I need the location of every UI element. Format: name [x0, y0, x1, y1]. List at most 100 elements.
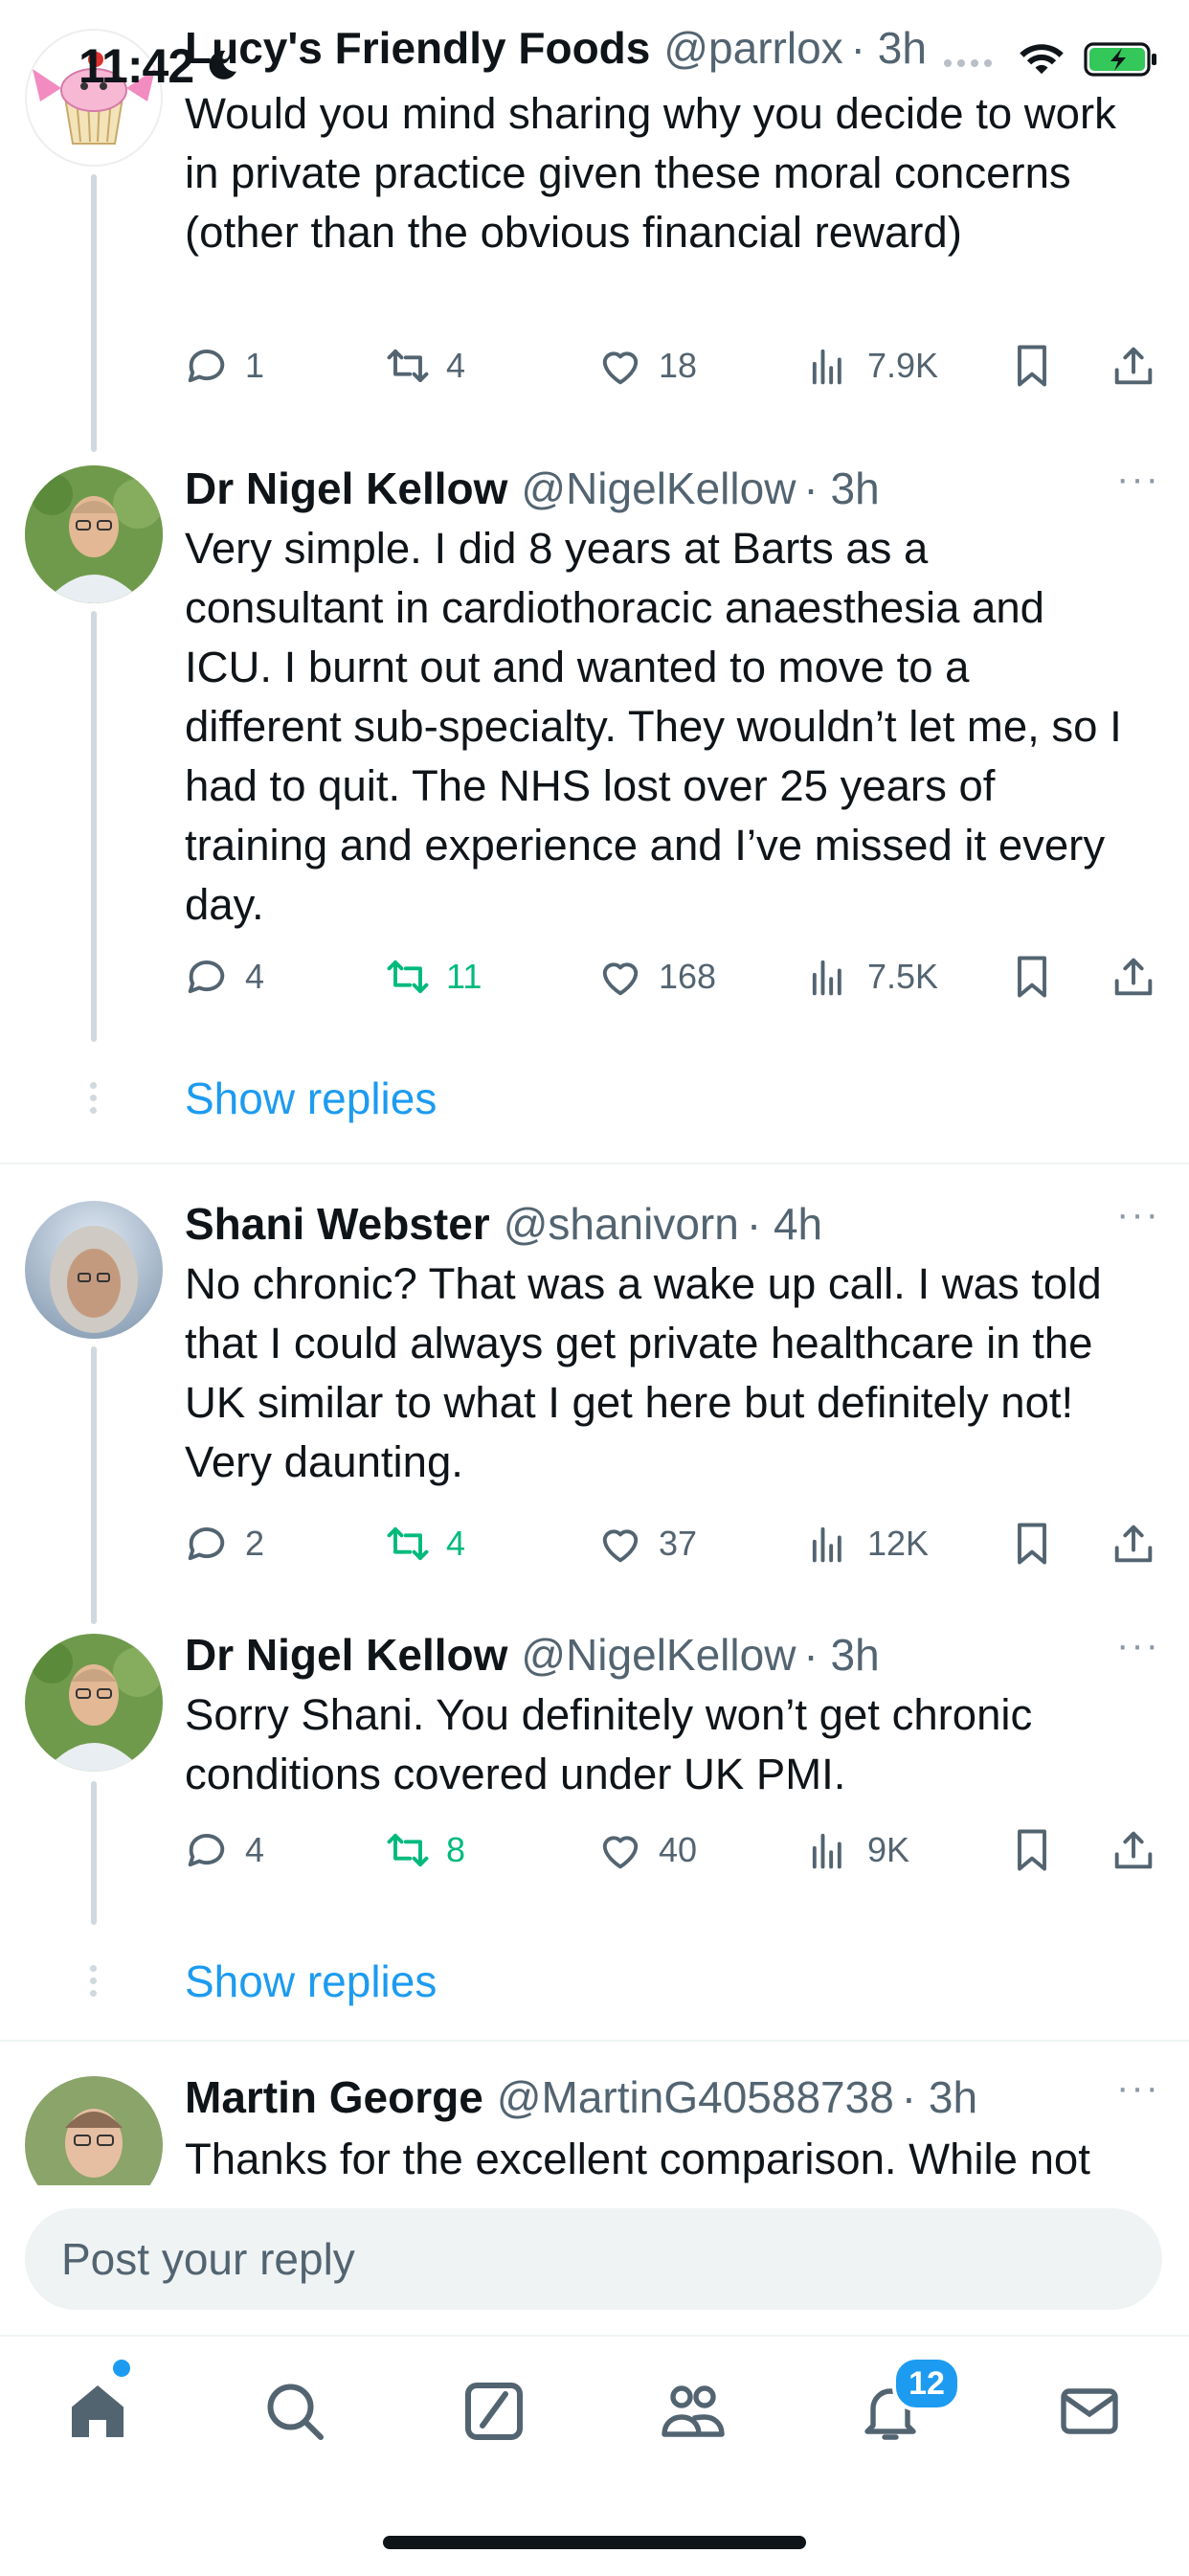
retweet-icon [387, 349, 429, 383]
bookmark-icon [1018, 1829, 1046, 1871]
retweet-icon [387, 1526, 429, 1561]
tab-home[interactable] [59, 2373, 136, 2450]
reply-placeholder: Post your reply [61, 2234, 355, 2284]
author-handle[interactable]: @MartinG40588738 [497, 2071, 894, 2123]
reply-button[interactable]: 2 [182, 1519, 264, 1569]
reply-button[interactable]: 1 [182, 341, 264, 391]
reply-icon [188, 960, 225, 994]
views-count: 7.5K [867, 957, 939, 996]
tweet-text: No chronic? That was a wake up call. I w… [185, 1259, 1102, 1486]
retweet-icon [387, 960, 429, 994]
tweet-text: Sorry Shani. You definitely won’t get ch… [185, 1690, 1033, 1798]
author-name[interactable]: Martin George [185, 2071, 483, 2123]
views-icon [812, 349, 841, 385]
retweet-button[interactable]: 8 [383, 1825, 465, 1875]
do-not-disturb-icon [209, 50, 236, 79]
reply-count: 2 [245, 1524, 265, 1563]
reply-icon [188, 1527, 225, 1561]
tweet-actions: 4 8 40 9K [182, 1819, 1170, 1881]
home-indicator[interactable] [383, 2536, 806, 2549]
bookmark-button[interactable] [1007, 1825, 1057, 1875]
reply-icon [188, 350, 225, 383]
reply-composer: Post your reply [0, 2185, 1189, 2335]
bookmark-button[interactable] [1007, 952, 1057, 1002]
share-button[interactable] [1109, 341, 1158, 391]
share-button[interactable] [1109, 1519, 1158, 1569]
tweet[interactable]: Martin George @MartinG40588738 · 3h ··· … [0, 2067, 1189, 2185]
views-button[interactable]: 7.5K [804, 952, 938, 1002]
communities-icon [662, 2385, 725, 2437]
like-button[interactable]: 18 [595, 341, 697, 391]
thread-line [91, 1346, 97, 1624]
divider [0, 2040, 1189, 2042]
more-options-icon[interactable]: ··· [1116, 1193, 1160, 1236]
bookmark-button[interactable] [1007, 1519, 1057, 1569]
reply-input[interactable]: Post your reply [25, 2208, 1162, 2310]
more-options-icon[interactable]: ··· [1116, 1624, 1160, 1667]
views-count: 12K [867, 1524, 930, 1563]
avatar[interactable] [25, 1201, 163, 1339]
retweet-button[interactable]: 4 [383, 1519, 465, 1569]
author-name[interactable]: Dr Nigel Kellow [185, 1629, 507, 1681]
author-handle[interactable]: @NigelKellow [521, 463, 796, 514]
author-handle[interactable]: @shanivorn [504, 1198, 739, 1250]
avatar[interactable] [25, 465, 163, 603]
like-button[interactable]: 37 [595, 1519, 697, 1569]
messages-icon [1061, 2388, 1118, 2434]
thread-line [91, 174, 97, 452]
like-count: 37 [659, 1524, 698, 1563]
tab-communities[interactable] [655, 2373, 731, 2450]
reply-button[interactable]: 4 [182, 952, 264, 1002]
views-button[interactable]: 9K [804, 1825, 909, 1875]
views-count: 7.9K [867, 346, 939, 385]
like-count: 40 [659, 1830, 698, 1869]
retweet-button[interactable]: 4 [383, 341, 465, 391]
retweet-count: 4 [446, 346, 466, 385]
like-count: 168 [659, 957, 717, 996]
author-name[interactable]: Dr Nigel Kellow [185, 463, 507, 514]
avatar[interactable] [25, 2076, 163, 2185]
share-icon [1114, 1831, 1153, 1869]
show-replies-link[interactable]: Show replies [185, 1955, 437, 2007]
tab-grok[interactable] [456, 2373, 532, 2450]
heart-icon [602, 962, 639, 996]
bookmark-button[interactable] [1007, 341, 1057, 391]
unread-dot [113, 2360, 130, 2377]
retweet-icon [387, 1833, 429, 1867]
share-icon [1114, 347, 1153, 385]
notifications-badge: 12 [892, 2356, 961, 2411]
retweet-count: 4 [446, 1524, 466, 1563]
tab-search[interactable] [257, 2373, 333, 2450]
show-replies-link[interactable]: Show replies [185, 1073, 437, 1124]
post-time: · 3h [803, 463, 880, 513]
tweet-text: Thanks for the excellent comparison. Whi… [185, 2135, 1090, 2183]
share-icon [1114, 958, 1153, 996]
battery-charging-icon [1084, 42, 1156, 77]
retweet-count: 11 [446, 957, 482, 996]
tab-messages[interactable] [1051, 2373, 1128, 2450]
more-options-icon[interactable]: ··· [1116, 2067, 1160, 2110]
share-button[interactable] [1109, 1825, 1158, 1875]
retweet-button[interactable]: 11 [383, 952, 482, 1002]
more-options-icon[interactable]: ··· [1116, 458, 1160, 501]
share-button[interactable] [1109, 952, 1158, 1002]
status-bar: 11:42 [0, 0, 1189, 124]
thread-line [91, 1781, 97, 1925]
views-icon [812, 1833, 841, 1869]
tweet[interactable]: Shani Webster @shanivorn · 4h ··· No chr… [0, 1191, 1189, 1624]
tweet[interactable]: Dr Nigel Kellow @NigelKellow · 3h ··· Ve… [0, 456, 1189, 1145]
bookmark-icon [1018, 345, 1046, 387]
avatar[interactable] [25, 1634, 163, 1772]
author-name[interactable]: Shani Webster [185, 1198, 490, 1250]
post-time: · 4h [746, 1199, 823, 1249]
views-button[interactable]: 7.9K [804, 341, 938, 391]
author-handle[interactable]: @NigelKellow [521, 1629, 796, 1681]
reply-icon [188, 1834, 225, 1867]
tweet[interactable]: Dr Nigel Kellow @NigelKellow · 3h ··· So… [0, 1624, 1189, 2030]
grok-icon [465, 2383, 523, 2440]
views-button[interactable]: 12K [804, 1519, 929, 1569]
like-button[interactable]: 40 [595, 1825, 697, 1875]
like-button[interactable]: 168 [595, 952, 716, 1002]
reply-button[interactable]: 4 [182, 1825, 264, 1875]
views-icon [812, 1526, 841, 1563]
